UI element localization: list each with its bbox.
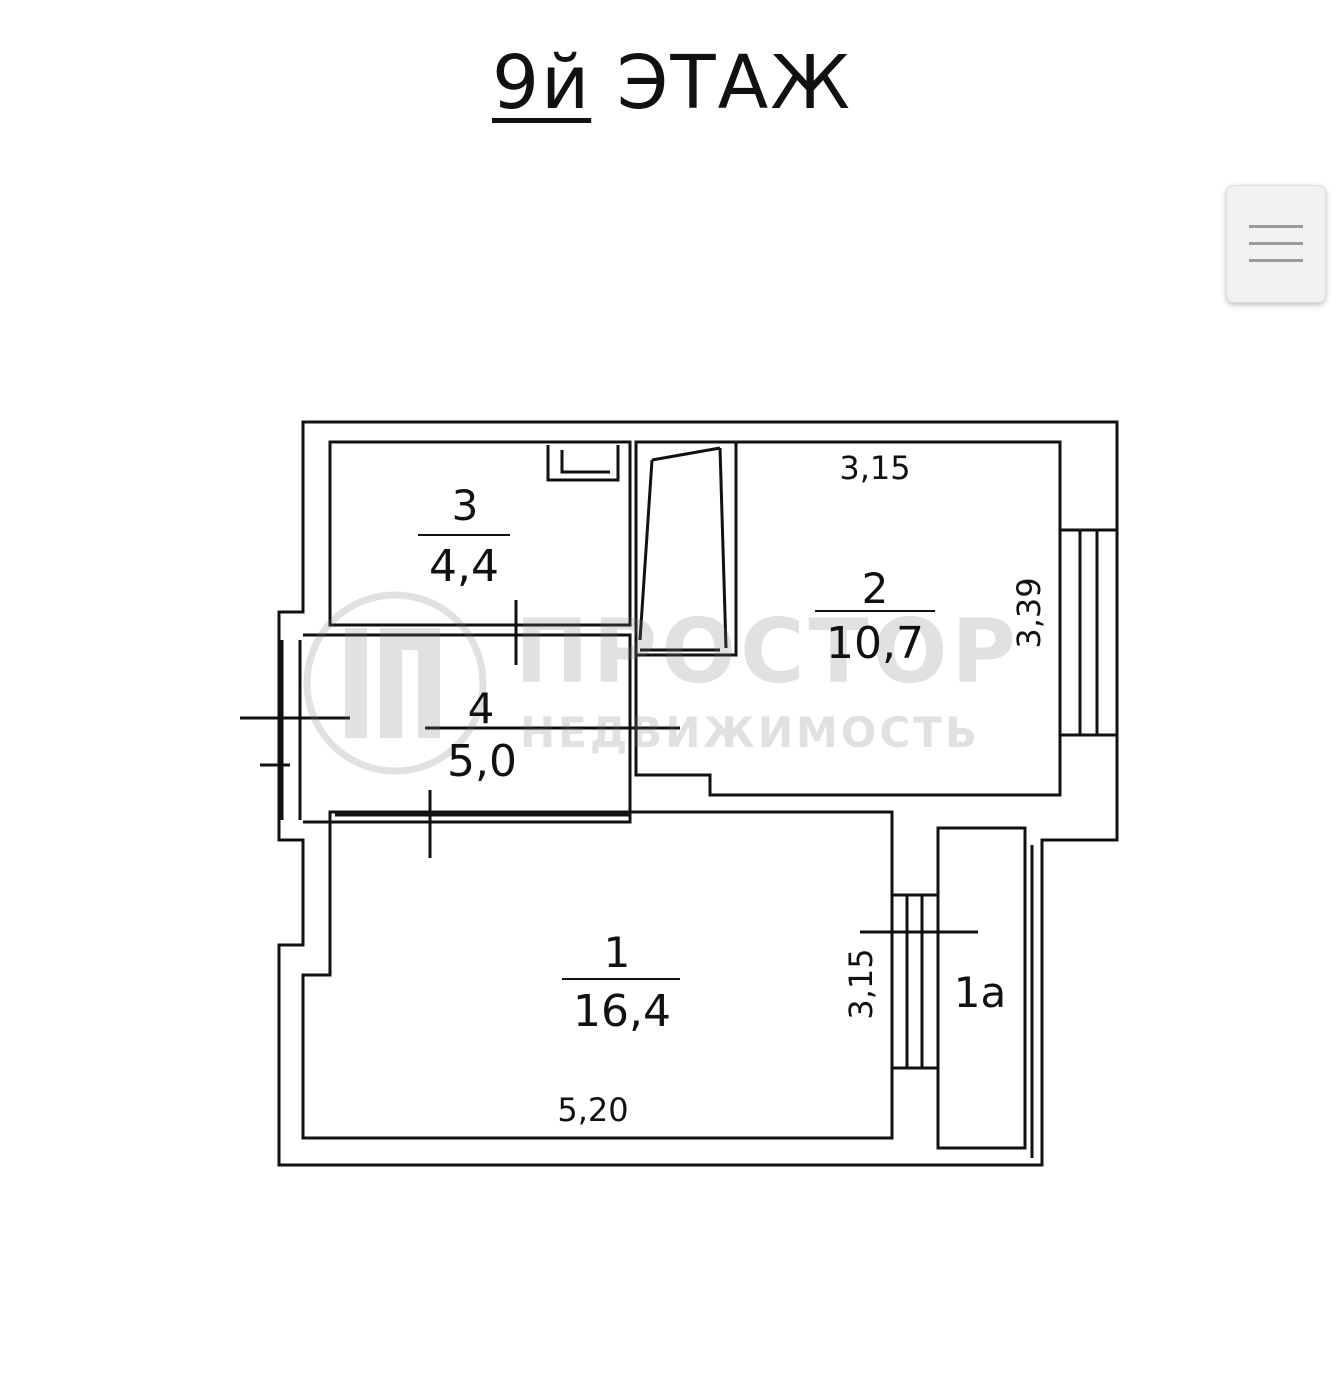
room-2-number: 2	[861, 564, 889, 613]
room-1-width-dimension: 5,20	[557, 1091, 629, 1129]
room-3-number: 3	[451, 481, 479, 530]
room-3-divider	[418, 534, 510, 536]
room-4-number: 4	[467, 684, 495, 733]
room-3-area: 4,4	[429, 541, 499, 592]
room-1-divider	[562, 978, 680, 980]
room-2-divider	[815, 610, 935, 612]
room-1-height-dimension: 3,15	[842, 948, 880, 1020]
room-2-height-dimension: 3,39	[1010, 577, 1048, 649]
room-1-outline	[301, 810, 894, 1140]
room-2-width-dimension: 3,15	[839, 449, 911, 487]
room-1-area: 16,4	[573, 986, 671, 1037]
room-4-area: 5,0	[447, 736, 517, 787]
balcony-label: 1а	[953, 968, 1007, 1017]
watermark-tagline: НЕДВИЖИМОСТЬ	[520, 708, 980, 757]
room-1-number: 1	[603, 928, 631, 977]
room-2-area: 10,7	[826, 618, 924, 669]
